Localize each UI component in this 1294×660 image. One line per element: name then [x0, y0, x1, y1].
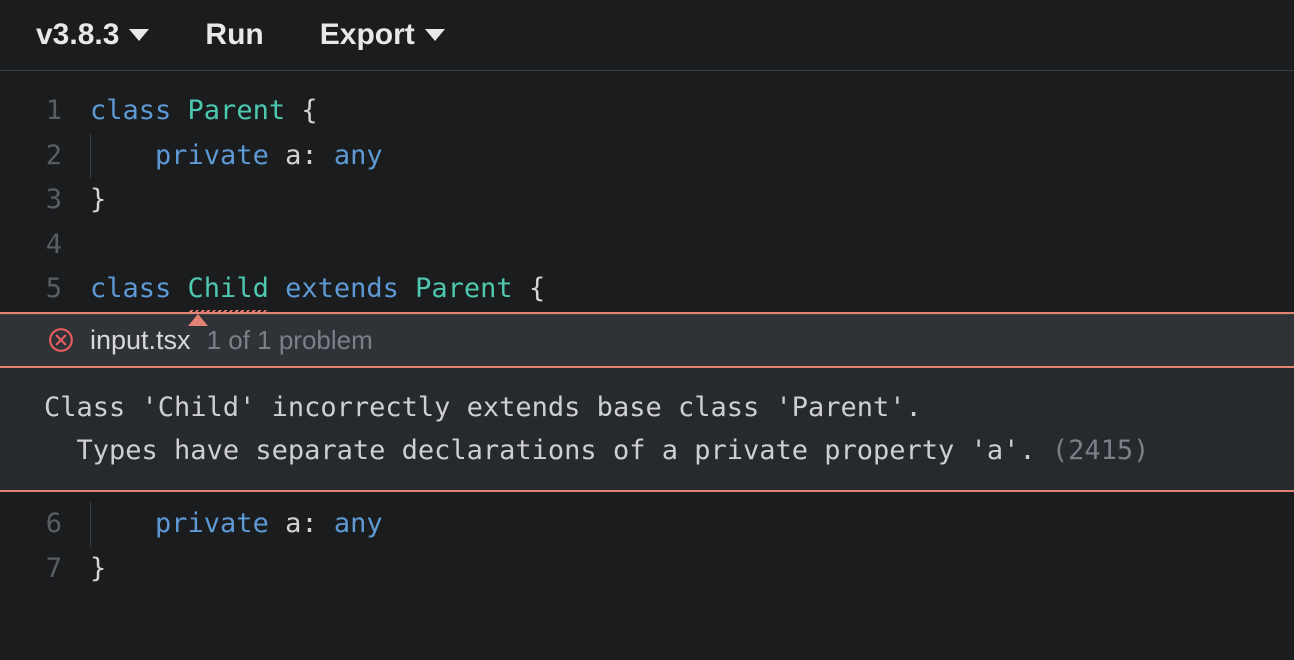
code-content[interactable]: private a: any	[90, 134, 1294, 179]
code-line: 1 class Parent {	[0, 89, 1294, 134]
token-punct: :	[301, 140, 334, 171]
export-label: Export	[320, 18, 415, 52]
code-content[interactable]: }	[90, 178, 1294, 223]
error-underline: Child	[188, 267, 269, 312]
token-keyword: extends	[285, 273, 399, 304]
token-punct: }	[90, 184, 106, 215]
token-class-name: Parent	[415, 273, 513, 304]
indent-guide	[90, 134, 91, 179]
token-type: any	[334, 508, 383, 539]
token-space	[90, 508, 155, 539]
run-button[interactable]: Run	[205, 18, 263, 52]
line-number: 5	[0, 267, 90, 312]
toolbar: v3.8.3 Run Export	[0, 0, 1294, 71]
token-keyword: class	[90, 273, 171, 304]
line-number: 3	[0, 178, 90, 223]
token-space	[90, 140, 155, 171]
code-line: 7 }	[0, 547, 1294, 592]
error-pointer-icon	[188, 314, 208, 326]
token-punct: {	[513, 273, 546, 304]
error-count: 1 of 1 problem	[207, 325, 373, 356]
token-class-name: Parent	[188, 95, 286, 126]
run-label: Run	[205, 18, 263, 52]
code-editor[interactable]: 6 private a: any 7 }	[0, 492, 1294, 591]
code-content[interactable]: class Parent {	[90, 89, 1294, 134]
version-dropdown[interactable]: v3.8.3	[36, 18, 149, 52]
error-code: (2415)	[1052, 435, 1150, 466]
code-content[interactable]: }	[90, 547, 1294, 592]
token-modifier: private	[155, 508, 269, 539]
error-line-2: Types have separate declarations of a pr…	[77, 435, 1036, 466]
line-number: 7	[0, 547, 90, 592]
token-ident: a	[269, 140, 302, 171]
code-line: 3 }	[0, 178, 1294, 223]
token-punct: {	[285, 95, 318, 126]
indent-guide	[90, 502, 91, 547]
token-modifier: private	[155, 140, 269, 171]
error-pad	[44, 435, 77, 466]
token-keyword: class	[90, 95, 171, 126]
code-line: 4	[0, 223, 1294, 268]
error-filename: input.tsx	[90, 325, 191, 356]
error-line-1: Class 'Child' incorrectly extends base c…	[44, 392, 922, 423]
error-circle-icon	[48, 327, 74, 353]
export-dropdown[interactable]: Export	[320, 18, 445, 52]
code-content[interactable]: private a: any	[90, 502, 1294, 547]
token-punct: :	[301, 508, 334, 539]
code-editor[interactable]: 1 class Parent { 2 private a: any 3 } 4 …	[0, 71, 1294, 312]
token-punct: }	[90, 553, 106, 584]
chevron-down-icon	[129, 29, 149, 41]
code-line: 6 private a: any	[0, 502, 1294, 547]
token-ident: a	[269, 508, 302, 539]
line-number: 4	[0, 223, 90, 268]
chevron-down-icon	[425, 29, 445, 41]
line-number: 2	[0, 134, 90, 179]
version-label: v3.8.3	[36, 18, 119, 52]
code-line: 2 private a: any	[0, 134, 1294, 179]
error-message: Class 'Child' incorrectly extends base c…	[0, 368, 1294, 490]
code-line: 5 class Child extends Parent {	[0, 267, 1294, 312]
line-number: 1	[0, 89, 90, 134]
line-number: 6	[0, 502, 90, 547]
token-class-name: Child	[188, 273, 269, 304]
code-content[interactable]: class Child extends Parent {	[90, 267, 1294, 312]
token-type: any	[334, 140, 383, 171]
